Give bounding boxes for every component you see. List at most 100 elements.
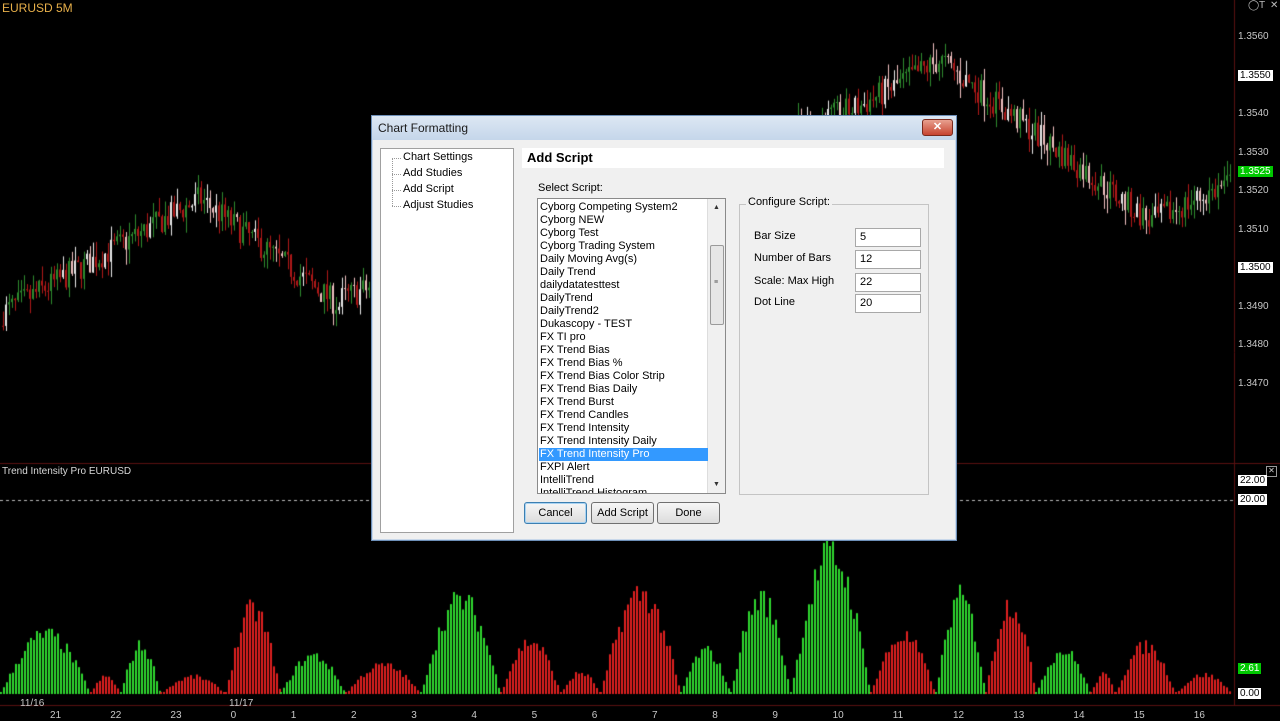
tree-item-chart-settings[interactable]: Chart Settings [403,151,473,163]
script-list-item[interactable]: IntelliTrend Histogram [539,487,708,493]
tree-item-add-studies[interactable]: Add Studies [403,167,462,179]
script-list-item[interactable]: Dukascopy - TEST [539,318,708,331]
add-script-button[interactable]: Add Script [591,502,654,524]
script-list-item[interactable]: FX TI pro [539,331,708,344]
number-of-bars-field[interactable]: 12 [855,250,921,269]
bar-size-field[interactable]: 5 [855,228,921,247]
script-list-item[interactable]: IntelliTrend [539,474,708,487]
script-list-item[interactable]: DailyTrend2 [539,305,708,318]
time-axis-label: 5 [531,710,538,721]
title-toggle-icon[interactable]: T [1259,0,1265,11]
tree-connector [392,190,401,191]
script-list-item[interactable]: FX Trend Bias Daily [539,383,708,396]
script-list-item[interactable]: FX Trend Bias Color Strip [539,370,708,383]
time-axis-label: 22 [110,710,122,721]
script-listbox[interactable]: ▲ ≡ ▼ Cyborg Competing System2 Cyborg NEW… [537,198,726,494]
script-list-item[interactable]: FX Trend Intensity Daily [539,435,708,448]
script-list-item[interactable]: Cyborg NEW [539,214,708,227]
listbox-scrollbar[interactable]: ▲ ≡ ▼ [707,199,725,493]
script-list-item[interactable]: FX Trend Bias % [539,357,708,370]
script-list-item[interactable]: Daily Moving Avg(s) [539,253,708,266]
dialog-titlebar[interactable]: Chart Formatting ✕ [372,116,956,140]
time-axis-label: 8 [712,710,718,721]
time-axis-label: 2 [351,710,357,721]
time-axis-label: 11 [892,710,904,721]
time-axis-label: 21 [50,710,62,721]
chart-formatting-dialog: Chart Formatting ✕ Chart Settings Add St… [371,115,957,541]
price-axis-label: 1.3470 [1238,377,1269,389]
time-axis-label: 4 [471,710,477,721]
time-axis-label: 13 [1013,710,1025,721]
script-list-item[interactable]: FX Trend Candles [539,409,708,422]
price-axis-label: 1.3510 [1238,223,1269,235]
script-list-item[interactable]: FXPI Alert [539,461,708,474]
select-script-label: Select Script: [538,182,603,194]
restore-icon[interactable]: ◯ [1248,0,1259,11]
price-axis-label: 1.3480 [1238,339,1269,350]
price-axis-label: 1.3500 [1238,262,1273,273]
study-axis-label: 20.00 [1238,494,1268,505]
script-list-item[interactable]: FX Trend Intensity [539,422,708,435]
time-axis-label: 12 [953,710,965,721]
time-axis-label: 7 [652,710,658,721]
tree-connector [392,158,394,206]
time-axis-label: 0 [230,710,237,721]
script-list-item[interactable]: Cyborg Test [539,227,708,240]
price-axis-label: 1.3530 [1238,146,1269,158]
script-list-item[interactable]: dailydatatesttest [539,279,708,292]
time-axis-label: 23 [170,710,182,721]
tree-connector [392,206,401,207]
bar-size-label: Bar Size [754,230,796,242]
scroll-up-icon[interactable]: ▲ [708,199,725,216]
dot-line-label: Dot Line [754,296,795,308]
study-title: Trend Intensity Pro EURUSD [2,466,132,477]
number-of-bars-label: Number of Bars [754,252,832,264]
price-axis-label: 1.3560 [1238,31,1269,42]
study-axis-label: 22.00 [1238,475,1268,486]
chart-close-icon[interactable]: ✕ [1270,0,1278,11]
time-axis-label: 10 [832,710,844,721]
script-list-item[interactable]: FX Trend Bias [539,344,708,357]
price-axis-label: 1.3490 [1238,300,1269,312]
configure-script-group: Configure Script: Bar Size 5 Number of B… [739,196,929,495]
price-axis-label: 1.3520 [1238,185,1269,196]
time-axis-label: 1 [290,710,297,721]
price-axis-label: 1.3550 [1238,69,1273,81]
time-axis-label: 9 [772,710,778,721]
script-list-item[interactable]: DailyTrend [539,292,708,305]
date-axis-label: 11/16 [20,698,45,709]
time-axis-label: 16 [1193,710,1205,721]
study-axis-label: 0.00 [1238,688,1262,699]
script-list-item[interactable]: Daily Trend [539,266,708,279]
tree-connector [392,174,401,175]
settings-tree: Chart Settings Add Studies Add Script Ad… [380,148,514,533]
scroll-thumb[interactable]: ≡ [710,245,724,325]
script-list-item[interactable]: Cyborg Trading System [539,240,708,253]
script-list-item[interactable]: Cyborg Competing System2 [539,201,708,214]
tree-item-adjust-studies[interactable]: Adjust Studies [403,199,473,211]
price-axis-label: 1.3540 [1238,108,1269,119]
price-axis-label: 1.3525 [1238,165,1273,177]
dialog-title: Chart Formatting [378,121,469,135]
scroll-down-icon[interactable]: ▼ [708,476,725,493]
done-button[interactable]: Done [657,502,720,524]
scale-max-high-label: Scale: Max High [754,275,835,287]
cancel-button[interactable]: Cancel [524,502,587,524]
study-axis-label: 2.61 [1238,663,1262,674]
date-axis-label: 11/17 [229,698,254,709]
dot-line-field[interactable]: 20 [855,294,921,313]
section-header: Add Script [522,148,944,168]
study-close-icon[interactable]: ✕ [1266,466,1277,477]
tree-connector [392,158,401,159]
tree-item-add-script[interactable]: Add Script [403,183,454,195]
chart-symbol: EURUSD 5M [2,1,73,15]
grip-icon: ≡ [714,279,719,286]
time-axis-label: 6 [591,710,598,721]
dialog-close-button[interactable]: ✕ [922,119,953,136]
script-list-item[interactable]: FX Trend Burst [539,396,708,409]
configure-script-label: Configure Script: [746,196,832,208]
scale-max-high-field[interactable]: 22 [855,273,921,292]
time-axis-label: 15 [1133,710,1145,721]
script-list-item[interactable]: FX Trend Intensity Pro [539,448,708,461]
time-axis-label: 3 [411,710,417,721]
